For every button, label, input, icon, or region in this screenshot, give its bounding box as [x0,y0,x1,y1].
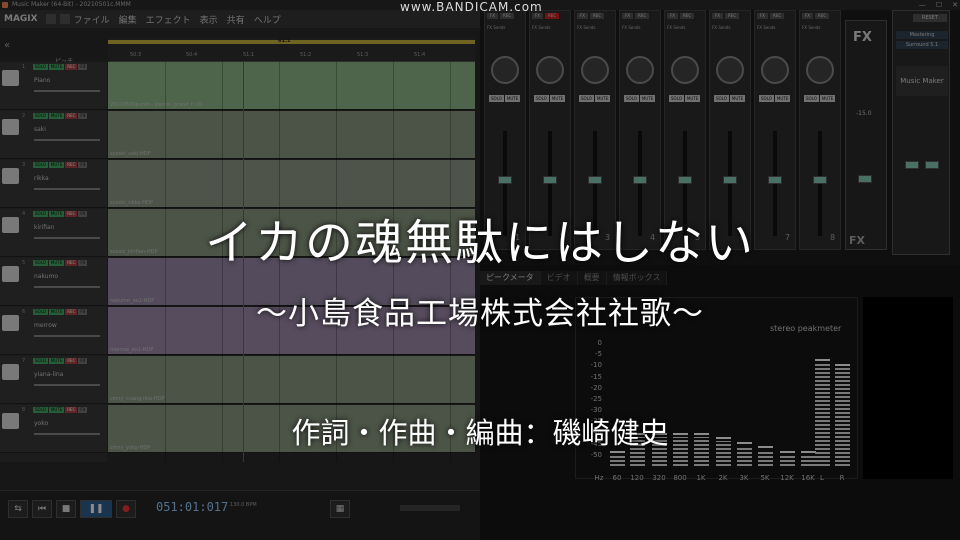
recorder-watermark: www.BANDICAM.com [400,0,543,14]
song-title: イカの魂無駄にはしない [204,215,755,271]
song-subtitle: 〜小島食品工場株式会社社歌〜 [256,296,704,332]
song-credit: 作詞・作曲・編曲：磯崎健史 [291,416,669,450]
